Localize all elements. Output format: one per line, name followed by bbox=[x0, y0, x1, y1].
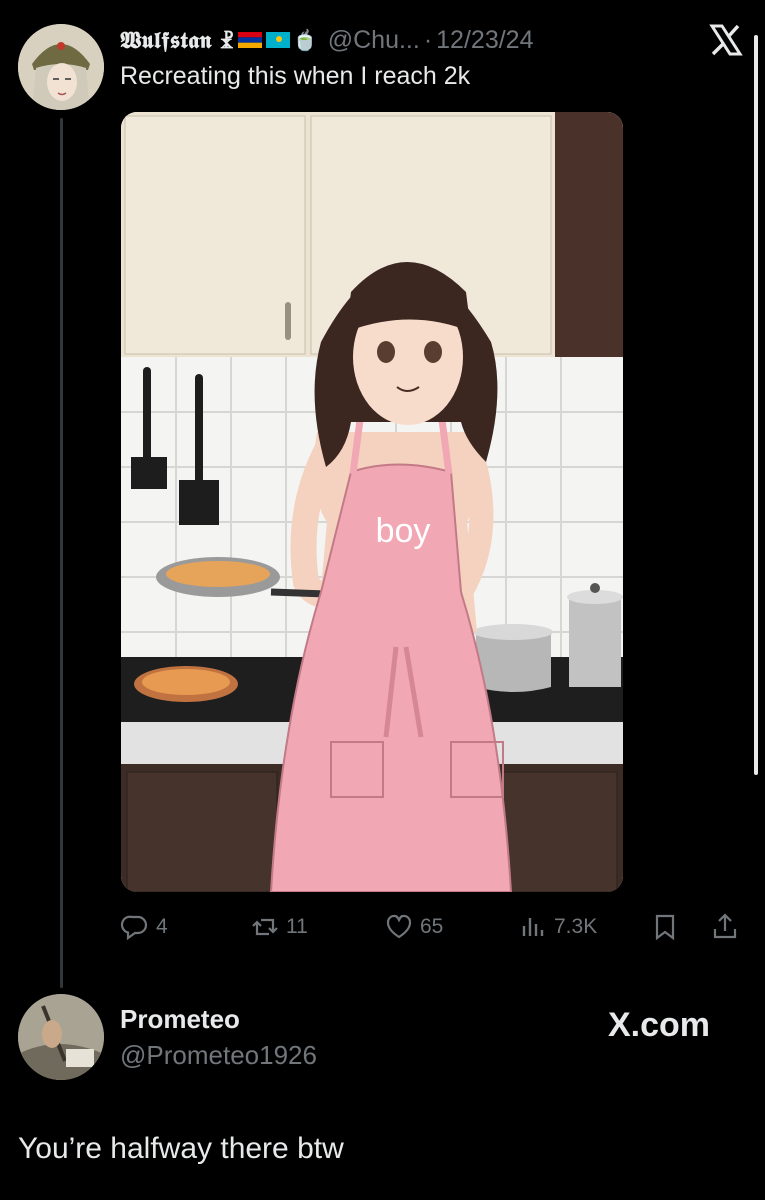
xcom-watermark: X.com bbox=[608, 1006, 711, 1044]
reply-button[interactable]: 4 bbox=[120, 905, 168, 949]
bookmark-icon bbox=[655, 914, 675, 941]
apron-text: boy bbox=[376, 512, 431, 550]
retweet-count: 11 bbox=[286, 915, 308, 938]
view-count: 7.3K bbox=[554, 915, 598, 938]
reply-icon bbox=[120, 915, 148, 941]
tweet-media-image[interactable]: boy bbox=[121, 112, 623, 892]
armenia-flag-icon bbox=[237, 32, 262, 48]
tweet-text: Recreating this when I reach 2k bbox=[120, 62, 471, 90]
kazakhstan-flag-icon bbox=[265, 32, 290, 48]
reply-author-avatar[interactable] bbox=[18, 994, 104, 1080]
separator-dot: · bbox=[423, 25, 433, 54]
heart-icon bbox=[386, 914, 412, 939]
retweet-button[interactable]: 11 bbox=[250, 905, 308, 949]
reply-avatar-image bbox=[18, 994, 104, 1080]
reply-display-name[interactable]: Prometeo bbox=[120, 1004, 240, 1035]
author-display-name[interactable]: 𝖂𝖚𝖑𝖋𝖘𝖙𝖆𝖓 ☧ bbox=[120, 27, 234, 54]
reply-handle[interactable]: @Prometeo1926 bbox=[120, 1040, 317, 1071]
reply-count: 4 bbox=[156, 915, 168, 938]
scrollbar[interactable] bbox=[754, 35, 758, 775]
retweet-icon bbox=[252, 918, 278, 936]
author-handle[interactable]: @Chu... bbox=[328, 26, 420, 55]
reply-text: You’re halfway there btw bbox=[18, 1132, 344, 1165]
tea-emoji-icon: 🍵 bbox=[292, 29, 318, 52]
tweet-header: 𝖂𝖚𝖑𝖋𝖘𝖙𝖆𝖓 ☧ 🍵 @Chu... · 12/23/24 bbox=[120, 24, 533, 56]
thread-line bbox=[60, 118, 63, 988]
share-button[interactable] bbox=[710, 905, 746, 949]
bookmark-button[interactable] bbox=[650, 905, 686, 949]
views-button[interactable]: 7.3K bbox=[518, 905, 597, 949]
tweet-actions: 4 11 65 7.3K bbox=[120, 905, 750, 949]
tweet-date[interactable]: 12/23/24 bbox=[436, 26, 533, 55]
like-count: 65 bbox=[420, 915, 444, 938]
kitchen-illustration: boy bbox=[121, 112, 623, 892]
x-logo-icon[interactable] bbox=[706, 20, 746, 60]
like-button[interactable]: 65 bbox=[384, 905, 443, 949]
author-avatar[interactable] bbox=[18, 24, 104, 110]
author-avatar-image bbox=[18, 24, 104, 110]
views-icon bbox=[522, 918, 544, 936]
share-icon bbox=[713, 913, 737, 939]
